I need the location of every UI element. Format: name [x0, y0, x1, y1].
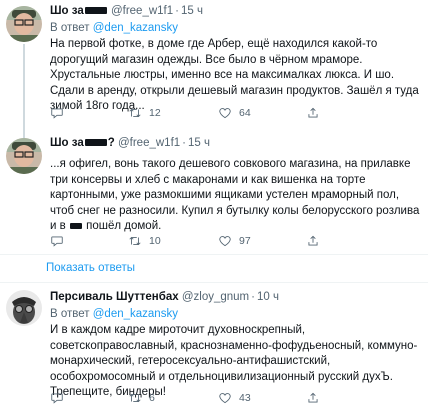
avatar[interactable] — [6, 138, 42, 174]
thread-line — [23, 44, 25, 138]
heart-icon — [219, 393, 231, 404]
reply-to-line: В ответ @den_kazansky — [50, 22, 178, 34]
avatar[interactable] — [6, 290, 42, 326]
avatar[interactable] — [6, 6, 42, 42]
author-name[interactable]: Шо за — [50, 137, 84, 149]
retweet-count: 12 — [149, 107, 161, 119]
tweet-text: ...я офигел, вонь такого дешевого совков… — [50, 158, 420, 232]
retweet-button[interactable]: 6 — [128, 390, 155, 406]
like-count: 64 — [239, 107, 251, 119]
tweet-header: Персиваль Шуттенбах @zloy_gnum · 10 ч — [50, 291, 279, 303]
like-button[interactable]: 43 — [218, 390, 251, 406]
like-button[interactable]: 97 — [218, 233, 251, 249]
reply-to-line: В ответ @den_kazansky — [50, 308, 178, 320]
comment-icon — [51, 108, 63, 119]
heart-icon — [219, 108, 231, 119]
show-replies-link[interactable]: Показать ответы — [46, 262, 135, 274]
tweet-time[interactable]: 15 ч — [188, 137, 210, 149]
tweet-2[interactable]: Шо за? @free_w1f1 · 15 ч ...я офигел, вонь… — [0, 134, 428, 254]
reply-button[interactable] — [50, 233, 64, 249]
censored-text — [84, 7, 107, 15]
comment-icon — [51, 393, 63, 404]
like-count: 97 — [239, 235, 251, 247]
author-handle[interactable]: @zloy_gnum — [182, 291, 249, 303]
retweet-count: 10 — [149, 235, 161, 247]
like-button[interactable]: 64 — [218, 105, 251, 121]
reply-mention[interactable]: @den_kazansky — [93, 22, 178, 34]
tweet-3[interactable]: Персиваль Шуттенбах @zloy_gnum · 10 ч В от… — [0, 286, 428, 407]
tweet-time[interactable]: 10 ч — [257, 291, 279, 303]
comment-icon — [51, 236, 63, 247]
like-count: 43 — [239, 392, 251, 404]
tweet-1[interactable]: Шо за @free_w1f1 · 15 ч В ответ @den_kazan… — [0, 0, 428, 138]
retweet-icon — [129, 393, 141, 403]
share-icon — [308, 107, 318, 118]
tweet-time[interactable]: 15 ч — [181, 5, 203, 17]
divider — [0, 282, 428, 283]
heart-icon — [219, 236, 231, 247]
reply-button[interactable] — [50, 390, 64, 406]
author-handle[interactable]: @free_w1f1 — [118, 137, 180, 149]
retweet-count: 6 — [149, 392, 155, 404]
censored-text — [69, 222, 82, 229]
author-name[interactable]: Шо за — [50, 5, 84, 17]
share-button[interactable] — [306, 390, 320, 406]
censored-text — [84, 139, 107, 147]
tweet-text: На первой фотке, в доме где Арбер, ещё н… — [50, 38, 419, 112]
tweet-actions: 6 43 — [50, 390, 380, 406]
tweet-actions: 10 97 — [50, 233, 380, 249]
tweet-text: И в каждом кадре мироточит духовноскрепн… — [50, 324, 418, 398]
retweet-icon — [129, 108, 141, 118]
share-button[interactable] — [306, 105, 320, 121]
retweet-button[interactable]: 10 — [128, 233, 161, 249]
tweet-actions: 12 64 — [50, 105, 380, 121]
retweet-icon — [129, 236, 141, 246]
author-name[interactable]: Персиваль Шуттенбах — [50, 291, 179, 303]
reply-mention[interactable]: @den_kazansky — [93, 308, 178, 320]
retweet-button[interactable]: 12 — [128, 105, 161, 121]
tweet-header: Шо за? @free_w1f1 · 15 ч — [50, 137, 210, 149]
divider — [0, 254, 428, 255]
share-icon — [308, 235, 318, 246]
share-icon — [308, 392, 318, 403]
author-handle[interactable]: @free_w1f1 — [111, 5, 173, 17]
tweet-header: Шо за @free_w1f1 · 15 ч — [50, 5, 203, 17]
reply-button[interactable] — [50, 105, 64, 121]
share-button[interactable] — [306, 233, 320, 249]
